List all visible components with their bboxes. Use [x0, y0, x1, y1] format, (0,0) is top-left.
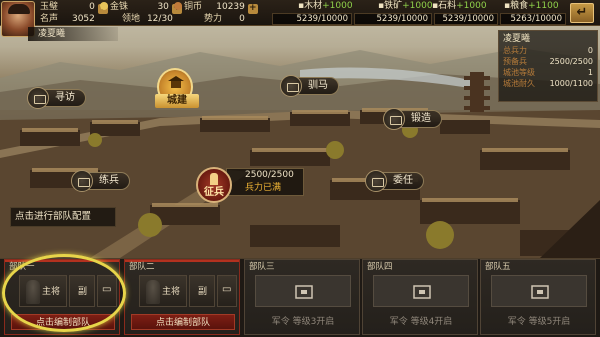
- training-icon: [71, 170, 93, 192]
- troop-config-hint: 点击进行部队配置: [10, 207, 116, 227]
- gold-coin-icon: [100, 2, 108, 10]
- deputy-slot[interactable]: 副: [189, 275, 215, 307]
- fame-stat: 名声 3052: [40, 14, 95, 24]
- city-row: 城池耐久 1000/1100: [503, 79, 593, 88]
- territory-stat: 领地 12/30: [122, 14, 173, 24]
- appoint-icon: [365, 170, 387, 192]
- locked-slot: [491, 275, 587, 307]
- deputy-slot[interactable]: 副: [69, 275, 95, 307]
- troop-card-4: 部队四 军令 等级4开启: [362, 259, 478, 335]
- unlock-requirement: 军令 等级5开启: [507, 317, 571, 327]
- city-title: 凌夏曦: [503, 34, 531, 44]
- edit-troop-button[interactable]: 点击编制部队: [131, 314, 235, 330]
- troop-card-5: 部队五 军令 等级5开启: [480, 259, 596, 335]
- city-row: 总兵力 0: [503, 46, 593, 55]
- lock-icon: [295, 285, 313, 299]
- horse-icon: [280, 75, 302, 97]
- return-arrow-icon: ↵: [576, 5, 588, 20]
- general-silhouette-icon: [26, 280, 40, 304]
- lock-icon: [531, 285, 549, 299]
- recruit-info: 2500/2500 兵力已满: [226, 168, 304, 196]
- add-copper-button[interactable]: +: [247, 4, 258, 14]
- city-row: 预备兵 2500/2500: [503, 57, 593, 66]
- back-button[interactable]: ↵: [570, 3, 594, 23]
- card-icon: ▭: [102, 284, 112, 295]
- building-duanzao[interactable]: 锻造: [383, 108, 442, 130]
- building-zhengbing[interactable]: 征兵: [196, 167, 232, 203]
- extra-slot[interactable]: ▭: [217, 275, 237, 307]
- building-lianbing[interactable]: 练兵: [71, 170, 130, 192]
- troop-card-2[interactable]: 部队二 主将 副 ▭ 点击编制部队: [124, 259, 240, 335]
- unlock-requirement: 军令 等级4开启: [389, 317, 453, 327]
- resource-grain: ▪粮食+1100: [504, 1, 559, 11]
- unlock-requirement: 军令 等级3开启: [271, 317, 335, 327]
- resource-wood: ▪木材+1000: [298, 1, 353, 11]
- general-slot[interactable]: 主将: [139, 275, 187, 307]
- building-xunma[interactable]: 驯马: [280, 75, 339, 97]
- building-xunfang[interactable]: 寻访: [27, 87, 86, 109]
- resource-bar: 玉璧 0 + 金铢 30 + 铜币 10239 + 名声 3052 领地 12/…: [0, 0, 600, 37]
- locked-slot: [255, 275, 351, 307]
- building-weiren[interactable]: 委任: [365, 170, 424, 192]
- extra-slot[interactable]: ▭: [97, 275, 117, 307]
- grain-amount: 5263/10000: [500, 13, 566, 25]
- resource-stone: ▪石料+1000: [432, 1, 487, 11]
- locked-slot: [373, 275, 469, 307]
- troop-card-1[interactable]: 部队一 主将 副 ▭ 点击编制部队: [4, 259, 120, 335]
- troop-bar: 部队一 主将 副 ▭ 点击编制部队 部队二 主将 副 ▭ 点击编制部队 部队三: [0, 258, 600, 337]
- building-icon: [27, 87, 49, 109]
- card-icon: ▭: [222, 284, 232, 295]
- general-silhouette-icon: [146, 280, 160, 304]
- palace-icon: [168, 76, 184, 88]
- troop-card-3: 部队三 军令 等级3开启: [244, 259, 360, 335]
- lock-icon: [413, 285, 431, 299]
- edit-troop-button[interactable]: 点击编制部队: [11, 314, 115, 330]
- iron-amount: 5239/10000: [354, 13, 432, 25]
- building-chengjian[interactable]: 城建: [155, 68, 199, 108]
- city-info-panel: 凌夏曦 总兵力 0 预备兵 2500/2500 城池等级 1 城池耐久 1000/110…: [498, 30, 598, 102]
- general-slot[interactable]: 主将: [19, 275, 67, 307]
- copper-coin-icon: [174, 2, 182, 10]
- resource-iron: ▪铁矿+1000: [378, 1, 433, 11]
- soldier-icon: [210, 173, 218, 185]
- stone-amount: 5239/10000: [434, 13, 498, 25]
- city-row: 城池等级 1: [503, 68, 593, 77]
- wood-amount: 5239/10000: [272, 13, 352, 25]
- player-name: 凌夏曦: [28, 27, 118, 41]
- anvil-icon: [383, 108, 405, 130]
- power-stat: 势力 0: [204, 14, 245, 24]
